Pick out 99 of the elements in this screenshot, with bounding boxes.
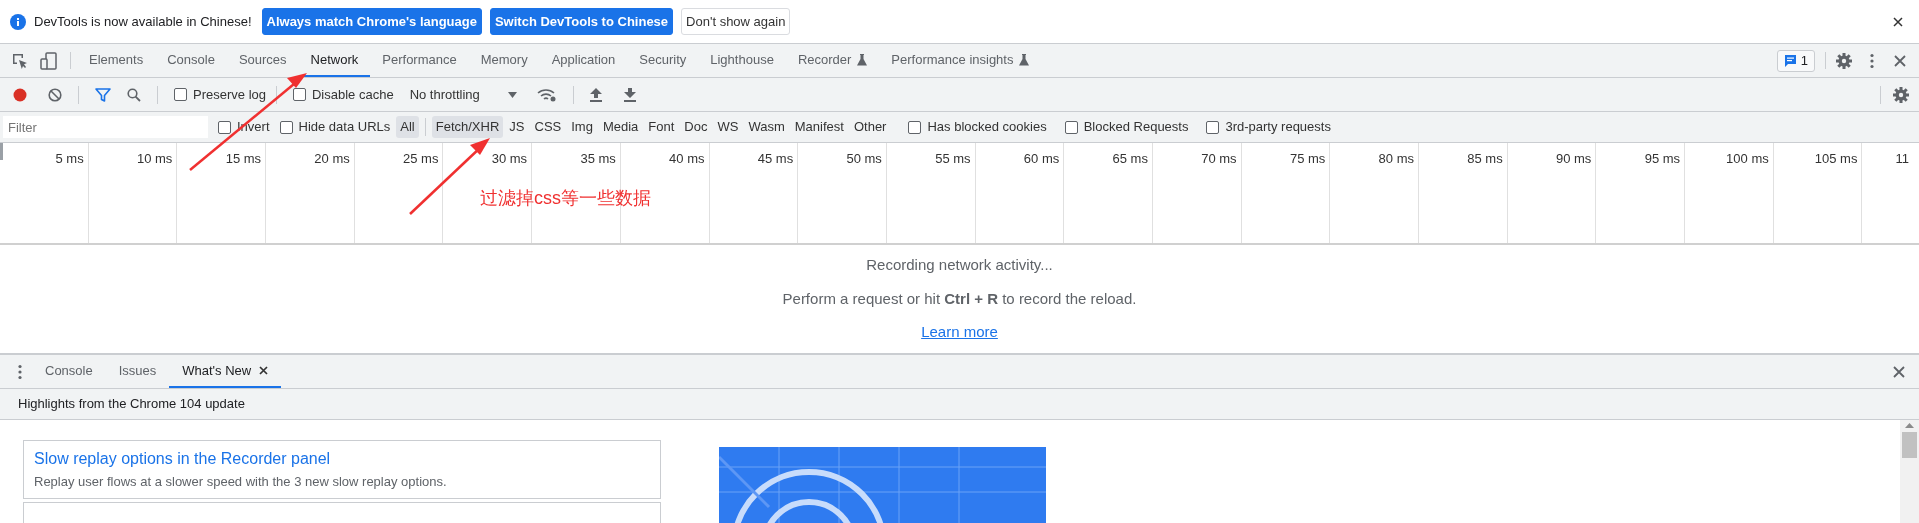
timeline-tick: 75 ms: [1289, 151, 1326, 166]
info-message: DevTools is now available in Chinese!: [34, 12, 252, 31]
resource-type-filter[interactable]: Wasm: [744, 116, 789, 138]
panel-tab[interactable]: Elements: [77, 44, 156, 77]
inspect-icon[interactable]: [12, 52, 28, 69]
panel-tab[interactable]: Console: [155, 44, 227, 77]
dropdown-arrow-icon: [507, 91, 517, 98]
timeline-tick: 80 ms: [1378, 151, 1414, 166]
timeline-tick: 100 ms: [1726, 151, 1769, 166]
card-title: Slow replay options in the Recorder panel: [34, 449, 332, 469]
resource-type-filter[interactable]: Font: [644, 116, 679, 138]
scrollbar[interactable]: [1900, 420, 1919, 523]
learn-more-link[interactable]: Learn more: [921, 321, 998, 344]
panel-tab[interactable]: Performance: [370, 44, 469, 77]
timeline-tick: 70 ms: [1201, 151, 1237, 166]
settings-icon[interactable]: [1836, 52, 1852, 69]
checkbox[interactable]: [293, 88, 306, 101]
filter-field[interactable]: Filter: [3, 116, 208, 138]
card-description: Replay user flows at a slower speed with the 3 new slow replay options.: [34, 473, 448, 491]
network-conditions-icon[interactable]: [536, 87, 557, 102]
drawer-tab[interactable]: Console: [32, 355, 106, 388]
drawer-tab[interactable]: Issues: [105, 355, 170, 388]
upload-icon[interactable]: [589, 87, 602, 102]
filter-icon[interactable]: [95, 87, 111, 102]
timeline-tick: 45 ms: [757, 151, 794, 166]
checkbox-label: Preserve log: [193, 85, 266, 104]
checkbox[interactable]: [908, 120, 922, 134]
timeline-tick: 50 ms: [846, 151, 882, 166]
checkbox-label: 3rd-party requests: [1225, 118, 1331, 137]
checkbox-label: Blocked Requests: [1083, 118, 1189, 137]
resource-type-filter[interactable]: Fetch/XHR: [431, 116, 504, 138]
download-icon[interactable]: [623, 87, 636, 102]
panel-tab[interactable]: Memory: [468, 44, 540, 77]
checkbox-label: Has blocked cookies: [927, 118, 1047, 137]
throttling-dropdown[interactable]: No throttling: [409, 84, 517, 105]
close-icon[interactable]: [1893, 16, 1903, 27]
panel-tab[interactable]: Sources: [226, 44, 299, 77]
panel-tab[interactable]: Recorder: [785, 44, 880, 77]
annotation-text: 过滤掉css等一些数据: [480, 187, 651, 210]
status-text: Recording network activity...: [866, 255, 1053, 275]
checkbox-label: Hide data URLs: [298, 118, 391, 137]
close-icon[interactable]: [1893, 365, 1905, 378]
infobar-button[interactable]: Switch DevTools to Chinese: [489, 8, 674, 35]
checkbox-label: Disable cache: [312, 85, 394, 104]
panel-tab[interactable]: Security: [627, 44, 699, 77]
resource-type-filter[interactable]: WS: [713, 116, 743, 138]
more-icon[interactable]: [18, 363, 22, 380]
clear-icon[interactable]: [48, 87, 62, 102]
search-icon[interactable]: [127, 87, 141, 102]
record-icon[interactable]: [12, 86, 28, 103]
resource-type-filter[interactable]: JS: [505, 116, 529, 138]
timeline-tick: 85 ms: [1467, 151, 1503, 166]
close-icon[interactable]: [1894, 54, 1906, 67]
close-icon[interactable]: [259, 366, 269, 375]
timeline-tick: 11: [1895, 151, 1909, 166]
checkbox[interactable]: [218, 120, 231, 134]
settings-icon[interactable]: [1893, 86, 1909, 103]
device-icon[interactable]: [40, 51, 58, 70]
checkbox[interactable]: [279, 120, 293, 134]
resource-type-filter[interactable]: CSS: [530, 116, 566, 138]
flask-icon: [1019, 53, 1030, 66]
timeline-tick: 30 ms: [491, 151, 528, 166]
timeline-tick: 60 ms: [1023, 151, 1060, 166]
timeline-tick: 15 ms: [225, 151, 262, 166]
timeline-tick: 35 ms: [580, 151, 616, 166]
panel-tab[interactable]: Application: [539, 44, 628, 77]
hint-text: Perform a request or hit Ctrl + R to record the reload.: [782, 288, 1137, 309]
panel-tab[interactable]: Performance insights: [879, 44, 1042, 77]
timeline-tick: 95 ms: [1644, 151, 1681, 166]
timeline-tick: 105 ms: [1814, 151, 1858, 166]
card[interactable]: Slow replay options in the Recorder panel Replay user flows at a slower speed with the 3 new slow replay options.: [23, 440, 661, 499]
issues-badge[interactable]: 1: [1776, 49, 1815, 72]
info-icon: [10, 13, 26, 30]
resource-type-filter[interactable]: Media: [598, 116, 643, 138]
resource-type-filter[interactable]: All: [396, 116, 419, 138]
checkbox[interactable]: [1206, 120, 1220, 134]
infobar-button[interactable]: Don't show again: [681, 8, 791, 35]
more-icon[interactable]: [1870, 52, 1874, 69]
flask-icon: [857, 53, 868, 66]
resource-type-filter[interactable]: Manifest: [790, 116, 848, 138]
timeline-tick: 5 ms: [55, 151, 84, 166]
timeline-tick: 65 ms: [1112, 151, 1148, 166]
timeline-tick: 10 ms: [136, 151, 173, 166]
message-icon: [1783, 54, 1797, 67]
resource-type-filter[interactable]: Other: [849, 116, 891, 138]
infobar-button[interactable]: Always match Chrome's language: [261, 8, 482, 35]
scrollbar-thumb[interactable]: [1902, 432, 1917, 458]
checkbox[interactable]: [174, 88, 187, 101]
timeline-tick: 90 ms: [1555, 151, 1592, 166]
resource-type-filter[interactable]: Doc: [680, 116, 712, 138]
timeline-tick: 25 ms: [403, 151, 439, 166]
section-heading: Highlights from the Chrome 104 update: [18, 395, 245, 414]
timeline-tick: 55 ms: [935, 151, 971, 166]
resource-type-filter[interactable]: Img: [567, 116, 597, 138]
checkbox[interactable]: [1064, 120, 1078, 134]
timeline-tick: 40 ms: [669, 151, 705, 166]
timeline-tick: 20 ms: [314, 151, 350, 166]
panel-tab[interactable]: Lighthouse: [698, 44, 786, 77]
scroll-up-icon[interactable]: [1905, 423, 1914, 428]
